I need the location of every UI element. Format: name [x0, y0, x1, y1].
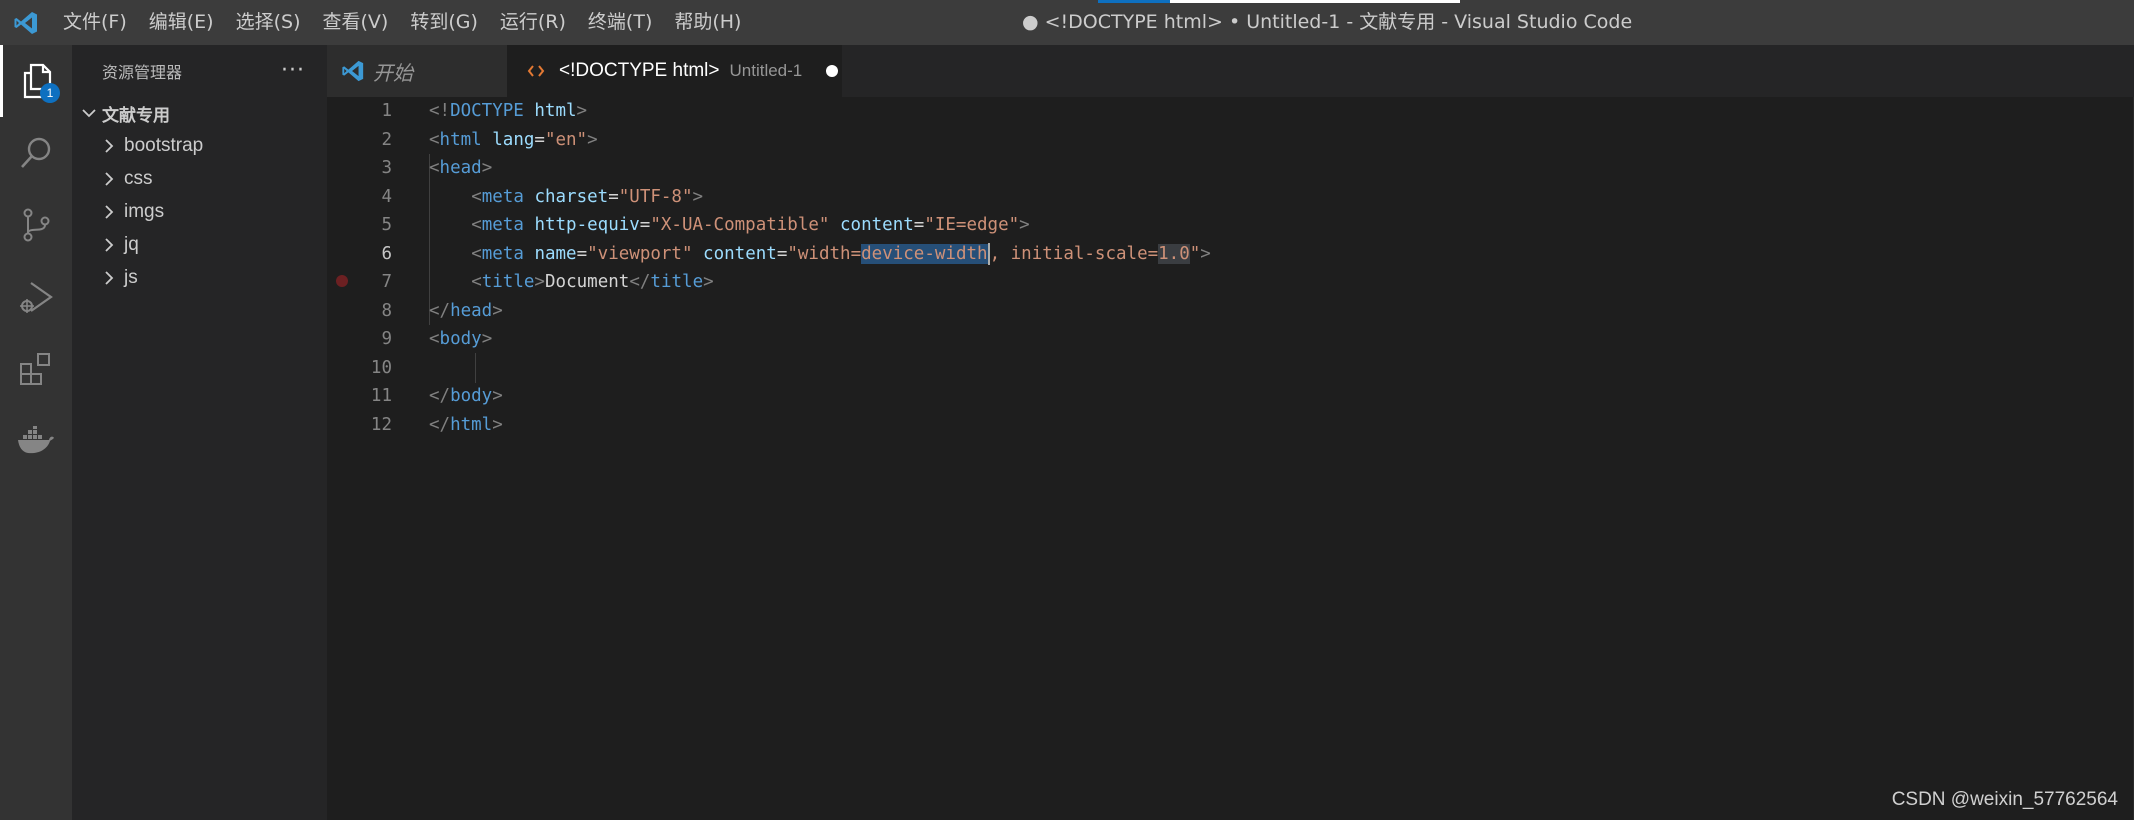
tree-item-bootstrap[interactable]: bootstrap	[72, 129, 327, 162]
line-number: 12	[370, 414, 392, 435]
extensions-icon[interactable]	[0, 333, 72, 405]
code-line[interactable]: <html lang="en">	[429, 126, 1211, 155]
code-editor[interactable]: 1 2 3 4 5 6 7 8 9 10 11 12 <!DOCTYPE htm…	[327, 97, 2134, 820]
menu-go[interactable]: 转到(G)	[399, 0, 489, 45]
search-icon[interactable]	[0, 117, 72, 189]
chevron-right-icon	[105, 204, 114, 219]
vscode-tab-icon	[342, 60, 364, 82]
line-number: 2	[381, 129, 392, 150]
line-number: 9	[381, 329, 392, 349]
editor-tab-bar: 开始 <!DOCTYPE html> Untitled-1	[327, 45, 2134, 97]
tree-item-label: bootstrap	[124, 134, 204, 156]
folder-name: 文献专用	[102, 105, 170, 126]
code-line-current[interactable]: <meta name="viewport" content="width=dev…	[429, 240, 1211, 269]
tab-welcome[interactable]: 开始	[327, 45, 507, 97]
line-number-current: 6	[381, 243, 392, 264]
sidebar-title: 资源管理器	[102, 63, 183, 82]
chevron-right-icon	[105, 270, 114, 285]
menu-view[interactable]: 查看(V)	[312, 0, 400, 45]
chevron-right-icon	[105, 138, 114, 153]
more-actions-icon[interactable]: ···	[281, 60, 305, 82]
menu-terminal[interactable]: 终端(T)	[577, 0, 663, 45]
code-line[interactable]	[429, 354, 1211, 383]
tree-item-label: css	[124, 167, 153, 189]
explorer-badge: 1	[40, 83, 60, 103]
menu-file[interactable]: 文件(F)	[52, 0, 138, 45]
tree-item-css[interactable]: css	[72, 162, 327, 195]
code-line[interactable]: </body>	[429, 382, 1211, 411]
line-number: 3	[381, 158, 392, 178]
code-line[interactable]: <title>Document</title>	[429, 268, 1211, 297]
watermark-text: CSDN @weixin_57762564	[1891, 789, 2118, 810]
code-line[interactable]: <!DOCTYPE html>	[429, 97, 1211, 126]
explorer-sidebar: 资源管理器 ··· 文献专用 bootstrap css imgs jq js	[72, 45, 327, 820]
breakpoint-hint-icon[interactable]	[336, 275, 348, 287]
menu-run[interactable]: 运行(R)	[489, 0, 577, 45]
source-control-icon[interactable]	[0, 189, 72, 261]
tab-description: Untitled-1	[729, 61, 803, 80]
tree-item-label: js	[124, 266, 138, 288]
line-number: 11	[370, 386, 392, 406]
menu-selection[interactable]: 选择(S)	[225, 0, 312, 45]
line-number: 10	[370, 357, 392, 378]
vscode-logo-icon	[0, 0, 52, 45]
window-title: ● <!DOCTYPE html> • Untitled-1 - 文献专用 - …	[1022, 11, 1633, 33]
tab-untitled-1[interactable]: <!DOCTYPE html> Untitled-1	[507, 45, 842, 97]
line-number: 4	[381, 186, 392, 207]
tree-item-jq[interactable]: jq	[72, 228, 327, 261]
html-file-icon	[527, 65, 545, 77]
unsaved-dot-icon[interactable]	[826, 65, 839, 77]
code-lines[interactable]: <!DOCTYPE html> <html lang="en"> <head> …	[429, 97, 1211, 439]
tree-item-imgs[interactable]: imgs	[72, 195, 327, 228]
sidebar-header: 资源管理器 ···	[72, 45, 327, 97]
tab-label: 开始	[373, 60, 413, 85]
line-number: 1	[381, 101, 392, 121]
tree-item-js[interactable]: js	[72, 261, 327, 294]
menu-bar: 文件(F) 编辑(E) 选择(S) 查看(V) 转到(G) 运行(R) 终端(T…	[52, 0, 752, 45]
code-line[interactable]: </head>	[429, 297, 1211, 326]
title-bar: 文件(F) 编辑(E) 选择(S) 查看(V) 转到(G) 运行(R) 终端(T…	[0, 0, 2134, 45]
line-number: 5	[381, 215, 392, 235]
code-line[interactable]: <meta http-equiv="X-UA-Compatible" conte…	[429, 211, 1211, 240]
code-line[interactable]: <meta charset="UTF-8">	[429, 183, 1211, 212]
docker-icon[interactable]	[0, 405, 72, 477]
menu-edit[interactable]: 编辑(E)	[138, 0, 225, 45]
explorer-icon[interactable]: 1	[0, 45, 72, 117]
activity-bar: 1	[0, 45, 72, 820]
tree-item-label: jq	[124, 233, 139, 255]
tab-label: <!DOCTYPE html>	[559, 60, 720, 81]
chevron-right-icon	[105, 237, 114, 252]
code-line[interactable]: <head>	[429, 154, 1211, 183]
line-number-gutter: 1 2 3 4 5 6 7 8 9 10 11 12	[327, 97, 392, 439]
menu-help[interactable]: 帮助(H)	[663, 0, 752, 45]
run-debug-icon[interactable]	[0, 261, 72, 333]
code-line[interactable]: </html>	[429, 411, 1211, 440]
code-line[interactable]: <body>	[429, 325, 1211, 354]
line-number: 8	[381, 300, 392, 321]
tree-item-label: imgs	[124, 200, 165, 222]
workspace-folder[interactable]: 文献专用	[72, 97, 327, 129]
chevron-right-icon	[105, 171, 114, 186]
chevron-down-icon	[82, 109, 96, 118]
